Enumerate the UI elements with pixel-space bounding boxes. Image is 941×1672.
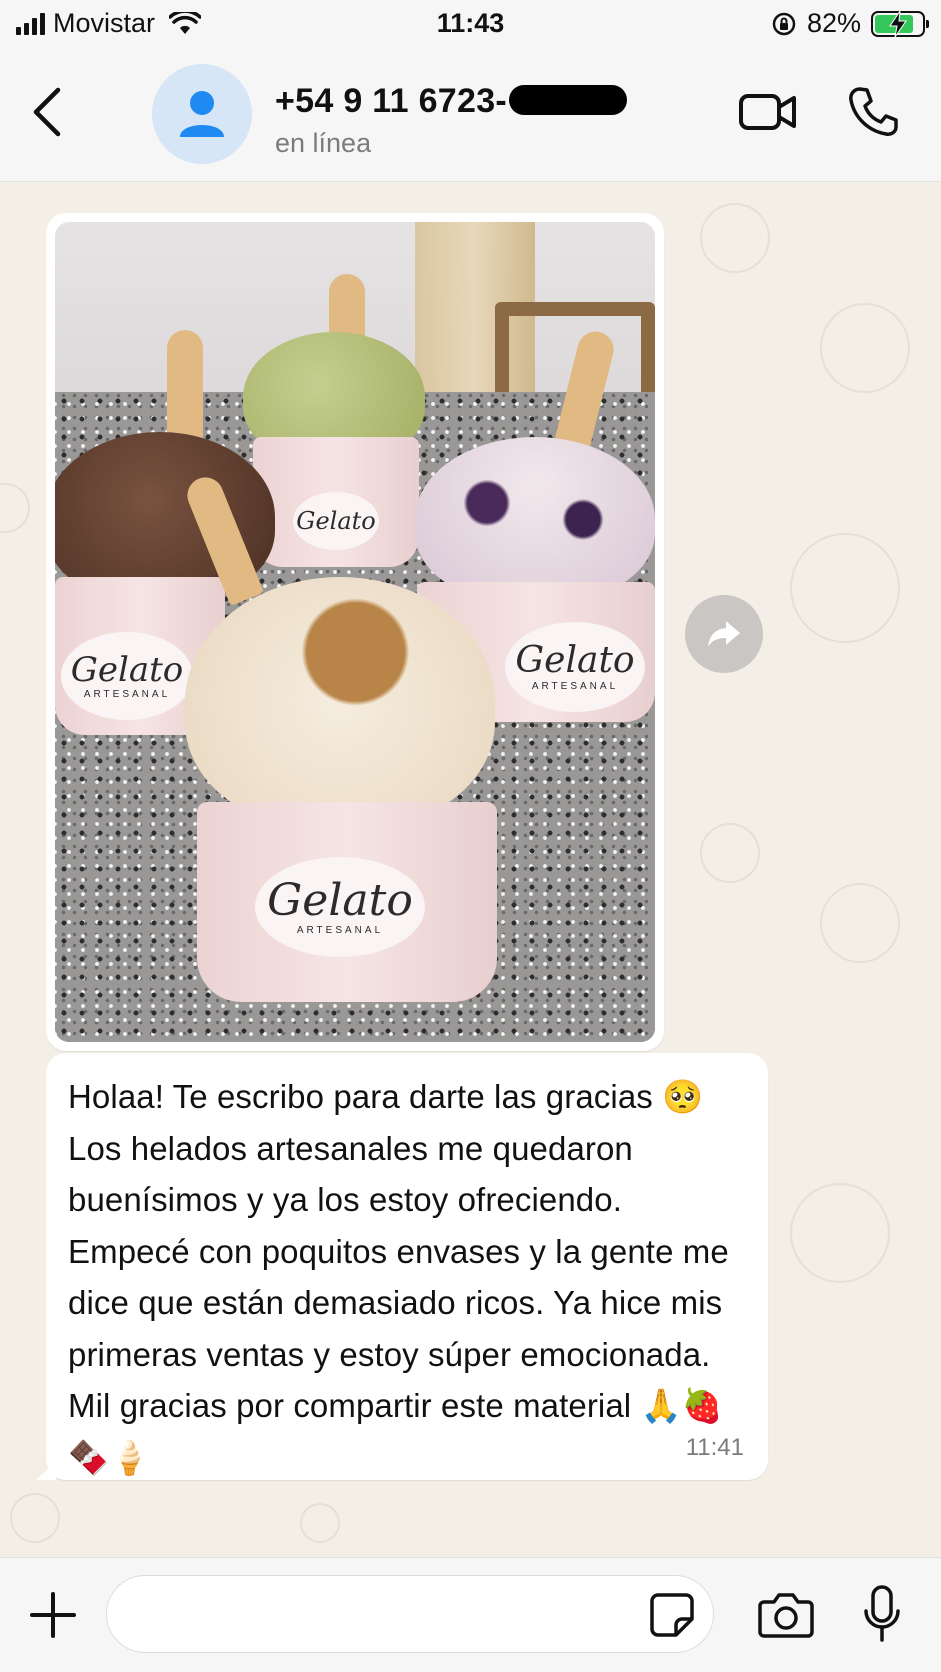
gelato-photo[interactable]: Gelato Gelato ARTESANAL Gelato ARTESANAL: [55, 222, 655, 1042]
contact-avatar[interactable]: [152, 64, 252, 164]
message-input[interactable]: [106, 1575, 714, 1653]
text-message-bubble[interactable]: Holaa! Te escribo para darte las gracias…: [46, 1053, 768, 1480]
charging-bolt-icon: [889, 10, 907, 37]
camera-button[interactable]: [758, 1590, 814, 1640]
back-button[interactable]: [28, 84, 68, 140]
phone-call-button[interactable]: [848, 86, 898, 138]
contact-number: +54 9 11 6723-: [275, 82, 508, 120]
contact-avatar-icon: [180, 91, 224, 137]
redaction-bar: [509, 85, 628, 115]
contact-status: en línea: [275, 128, 372, 158]
cup-label: Gelato ARTESANAL: [505, 622, 645, 712]
video-call-button[interactable]: [738, 90, 798, 134]
battery-icon: [871, 10, 929, 37]
cup-label: Gelato ARTESANAL: [255, 857, 425, 957]
message-time: 11:41: [685, 1434, 744, 1461]
status-bar: Movistar 11:43 82%: [0, 0, 941, 54]
attach-plus-button[interactable]: [28, 1590, 78, 1640]
cup-label: Gelato ARTESANAL: [61, 632, 193, 720]
contact-name[interactable]: +54 9 11 6723-: [275, 82, 628, 121]
input-bar: [0, 1557, 941, 1672]
message-text: Holaa! Te escribo para darte las gracias…: [68, 1078, 729, 1476]
status-right: 82%: [771, 8, 929, 39]
forward-icon: [708, 621, 740, 647]
microphone-button[interactable]: [862, 1584, 902, 1644]
chat-header: +54 9 11 6723- en línea: [0, 54, 941, 182]
chat-area[interactable]: Gelato Gelato ARTESANAL Gelato ARTESANAL: [0, 183, 941, 1557]
cup-label: Gelato: [293, 492, 379, 550]
image-message-bubble[interactable]: Gelato Gelato ARTESANAL Gelato ARTESANAL: [46, 213, 664, 1051]
orientation-lock-icon: [772, 12, 796, 35]
sticker-button[interactable]: [648, 1591, 696, 1639]
battery-percent: 82%: [806, 8, 861, 38]
forward-button[interactable]: [685, 595, 763, 673]
